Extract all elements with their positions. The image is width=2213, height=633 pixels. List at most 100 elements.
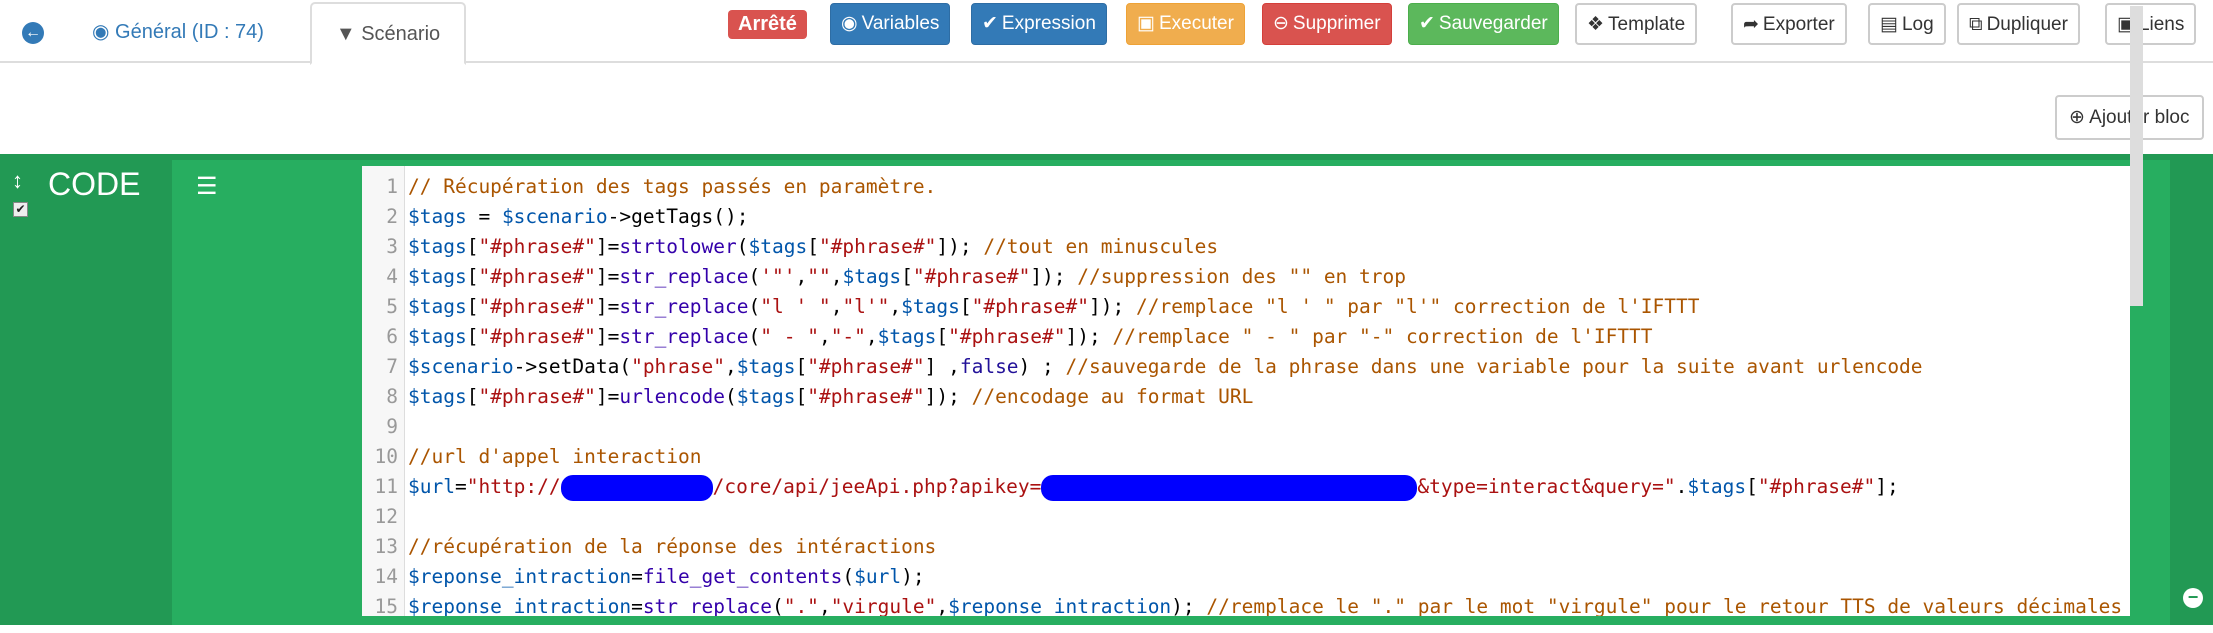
cubes-icon: ❖ [1587, 14, 1605, 35]
line-number: 4 [386, 265, 398, 288]
line-number: 11 [374, 475, 398, 498]
line-number: 3 [386, 235, 398, 258]
executer-button[interactable]: ▣ Executer [1126, 3, 1245, 45]
tab-scenario[interactable]: ▼ Scénario [310, 2, 466, 65]
code-token-var: $reponse_intraction [408, 595, 632, 616]
code-token-var: $scenario [501, 205, 608, 228]
code-token-str: &type=interact&query=" [1417, 475, 1676, 498]
arrow-circle-left-icon[interactable]: ← [22, 22, 44, 44]
code-token-str: "" [807, 265, 831, 288]
code-line: 7 $scenario->setData("phrase",$tags["#phr… [362, 352, 2122, 382]
code-token-plain: ->getTags(); [607, 205, 749, 228]
code-editor[interactable]: 1 // Récupération des tags passés en para… [362, 166, 2130, 616]
code-token-plain: [ [466, 385, 479, 408]
expression-button[interactable]: ✔ Expression [971, 3, 1107, 45]
block-title: CODE [48, 166, 141, 202]
code-token-comment: //remplace "l ' " par "l'" correction de… [1135, 295, 1700, 318]
line-code: $tags["#phrase#"]=str_replace('"',"",$ta… [402, 265, 1406, 288]
code-token-str: "-" [830, 325, 866, 348]
code-token-plain: [ [901, 265, 913, 288]
code-token-plain: [ [795, 355, 808, 378]
code-token-str: "phrase" [631, 355, 725, 378]
code-token-str: "#phrase#" [807, 385, 925, 408]
code-block: ↕ ✔ CODE ☰ 1 // Récupération des tags pas… [0, 154, 2213, 625]
block-enabled-checkbox[interactable]: ✔ [13, 202, 28, 217]
code-token-var: $url [408, 475, 455, 498]
code-token-var: $tags [736, 385, 796, 408]
code-token-plain: ]); [924, 385, 972, 408]
code-token-plain: [ [466, 235, 479, 258]
code-token-str: "http:// [466, 475, 561, 498]
code-token-plain: ]); [1065, 325, 1113, 348]
code-token-var: $url [854, 565, 902, 588]
code-token-comment: //suppression des "" en trop [1077, 265, 1407, 288]
variables-button[interactable]: ◉ Variables [830, 3, 951, 45]
code-token-str: " - " [760, 325, 819, 348]
move-vertical-icon[interactable]: ↕ [12, 168, 23, 194]
line-number: 6 [386, 325, 398, 348]
code-token-str: "#phrase#" [478, 295, 596, 318]
line-code: // Récupération des tags passés en param… [402, 175, 936, 198]
code-token-atom: false [959, 355, 1019, 378]
code-token-str: "l ' " [760, 295, 831, 318]
code-token-builtin: str_replace [619, 295, 749, 318]
code-token-plain: ) ; [1018, 355, 1066, 378]
code-token-var: $tags [408, 385, 467, 408]
code-token-str: '"' [760, 265, 796, 288]
code-token-plain: [ [795, 385, 808, 408]
code-token-str: "#phrase#" [1757, 475, 1876, 498]
exporter-button[interactable]: ➦ Exporter [1731, 3, 1847, 45]
tab-general[interactable]: ◉ Général (ID : 74) [92, 2, 264, 63]
supprimer-button[interactable]: ⊖ Supprimer [1262, 3, 1392, 45]
scenario-tabs-bar: ← ◉ Général (ID : 74) ▼ Scénario Arrêté … [0, 0, 2213, 65]
tab-general-label: Général (ID : 74) [115, 21, 264, 43]
code-token-str: "#phrase#" [818, 235, 937, 258]
code-line: 8 $tags["#phrase#"]=urlencode($tags["#phr… [362, 382, 2122, 412]
line-code: //url d'appel interaction [402, 445, 702, 468]
code-token-var: $tags [901, 295, 960, 318]
code-token-plain: , [818, 595, 831, 616]
code-token-comment: //url d'appel interaction [408, 445, 702, 468]
dashboard-icon: ◉ [92, 21, 116, 43]
code-token-plain: ]= [595, 235, 620, 258]
code-token-plain: ->setData( [513, 355, 632, 378]
plus-circle-icon: ⊕ [2069, 107, 2090, 128]
code-token-comment: //remplace " - " par "-" correction de l… [1112, 325, 1653, 348]
hamburger-menu-icon[interactable]: ☰ [196, 172, 218, 201]
dupliquer-button[interactable]: ⧉ Dupliquer [1957, 3, 2080, 45]
log-button[interactable]: ▤ Log [1868, 3, 1946, 45]
code-line: 13 //récupération de la réponse des intér… [362, 532, 2122, 562]
line-number: 5 [386, 295, 398, 318]
code-token-var: $tags [736, 355, 796, 378]
line-code: $tags = $scenario->getTags(); [402, 205, 749, 228]
code-token-plain: ]= [595, 295, 620, 318]
code-token-plain: [ [936, 325, 949, 348]
code-token-var: $tags [408, 265, 467, 288]
code-token-plain: = [466, 205, 502, 228]
status-badge: Arrêté [728, 10, 807, 39]
code-token-plain: ( [725, 385, 737, 408]
code-token-plain: , [936, 595, 949, 616]
copy-icon: ⧉ [1969, 14, 1983, 35]
line-number: 15 [374, 595, 398, 616]
editor-scrollbar[interactable] [2130, 6, 2143, 306]
code-token-plain: ( [748, 265, 761, 288]
code-token-plain: = [454, 475, 467, 498]
code-token-plain: ]; [1875, 475, 1899, 498]
code-token-plain: [ [466, 325, 479, 348]
minus-circle-icon[interactable]: − [2183, 588, 2203, 608]
expression-label: Expression [1001, 13, 1096, 34]
code-token-plain: , [830, 295, 843, 318]
template-button[interactable]: ❖ Template [1575, 3, 1698, 45]
code-token-plain: ]); [1089, 295, 1136, 318]
liens-button[interactable]: ▣ Liens [2105, 3, 2197, 45]
code-token-comment: //sauvegarde de la phrase dans une varia… [1065, 355, 1923, 378]
sauvegarder-button[interactable]: ✔ Sauvegarder [1408, 3, 1559, 45]
line-number: 9 [386, 415, 398, 438]
code-token-var: $tags [408, 295, 467, 318]
code-token-plain: , [725, 355, 737, 378]
line-code: //récupération de la réponse des intérac… [402, 535, 936, 558]
line-code: $url="http:// /core/api/jeeApi.php?apikey… [402, 474, 1899, 501]
code-token-var: $tags [1687, 475, 1747, 498]
code-line: 11 $url="http:// /core/api/jeeApi.php?apik… [362, 472, 2122, 502]
